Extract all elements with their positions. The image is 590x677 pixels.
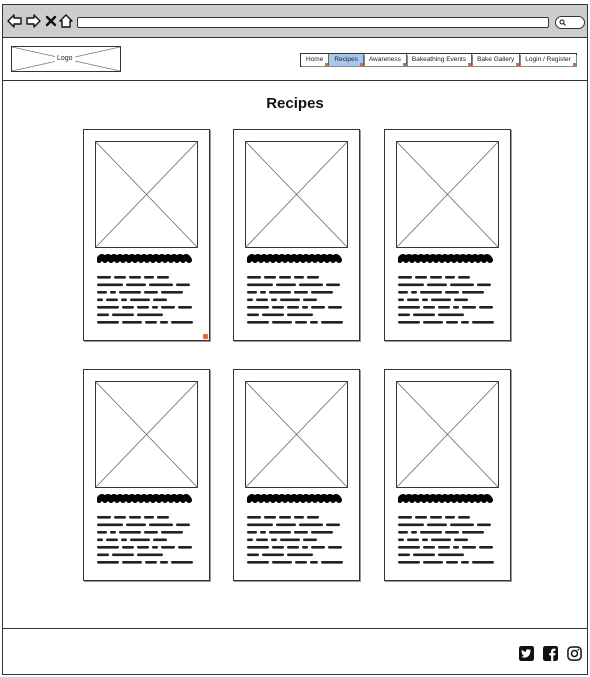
browser-window: Logo Home Recipes Awareness Bakeathing Even… bbox=[2, 4, 588, 675]
page-title: Recipes bbox=[266, 95, 324, 112]
annotation-marker bbox=[325, 63, 329, 66]
nav-item-bakeathing-events[interactable]: Bakeathing Events bbox=[407, 54, 473, 66]
annotation-marker bbox=[468, 63, 472, 66]
facebook-icon[interactable] bbox=[543, 646, 558, 661]
recipe-card-4[interactable] bbox=[83, 369, 210, 581]
recipe-description-scribble bbox=[97, 516, 193, 564]
recipe-description-scribble bbox=[247, 276, 343, 324]
nav-item-label: Bakeathing Events bbox=[411, 56, 467, 63]
recipe-image-placeholder bbox=[396, 381, 499, 488]
nav-item-label: Awareness bbox=[368, 56, 401, 63]
recipe-title-scribble bbox=[247, 254, 342, 263]
site-footer bbox=[3, 628, 587, 677]
annotation-marker bbox=[516, 63, 520, 66]
home-icon[interactable] bbox=[58, 13, 74, 29]
logo[interactable]: Logo bbox=[11, 46, 121, 72]
recipe-title-scribble bbox=[97, 494, 192, 503]
close-icon[interactable] bbox=[43, 13, 59, 29]
recipe-title-scribble bbox=[398, 494, 493, 503]
nav-item-label: Home bbox=[306, 56, 324, 63]
browser-search-field[interactable] bbox=[555, 16, 585, 29]
twitter-icon[interactable] bbox=[519, 646, 534, 661]
nav-item-login-register[interactable]: Login / Register bbox=[520, 54, 576, 66]
recipe-image-placeholder bbox=[396, 141, 499, 248]
recipe-card-2[interactable] bbox=[233, 129, 360, 341]
recipe-description-scribble bbox=[398, 276, 494, 324]
nav-item-home[interactable]: Home bbox=[301, 54, 330, 66]
search-icon bbox=[559, 19, 566, 26]
annotation-marker bbox=[402, 63, 406, 66]
recipe-title-scribble bbox=[247, 494, 342, 503]
recipe-image-placeholder bbox=[95, 381, 198, 488]
forward-arrow-icon[interactable] bbox=[25, 13, 41, 29]
instagram-icon[interactable] bbox=[567, 646, 582, 661]
back-arrow-icon[interactable] bbox=[7, 13, 23, 29]
site-header: Logo Home Recipes Awareness Bakeathing Even… bbox=[3, 38, 587, 81]
annotation-marker bbox=[359, 63, 363, 66]
annotation-marker bbox=[572, 63, 576, 66]
recipe-description-scribble bbox=[398, 516, 494, 564]
recipe-card-1[interactable] bbox=[83, 129, 210, 341]
recipe-image-placeholder bbox=[95, 141, 198, 248]
recipe-image-placeholder bbox=[245, 141, 348, 248]
nav-item-label: Recipes bbox=[334, 56, 358, 63]
logo-label: Logo bbox=[55, 54, 75, 63]
nav-item-awareness[interactable]: Awareness bbox=[364, 54, 407, 66]
recipe-description-scribble bbox=[247, 516, 343, 564]
nav-item-bake-gallery[interactable]: Bake Gallery bbox=[472, 54, 521, 66]
recipe-description-scribble bbox=[97, 276, 193, 324]
main-navigation: Home Recipes Awareness Bakeathing Events Bak… bbox=[300, 53, 577, 67]
recipe-card-5[interactable] bbox=[233, 369, 360, 581]
recipe-image-placeholder bbox=[245, 381, 348, 488]
recipe-title-scribble bbox=[97, 254, 192, 263]
recipe-card-6[interactable] bbox=[384, 369, 511, 581]
nav-item-recipes[interactable]: Recipes bbox=[329, 54, 364, 66]
recipe-title-scribble bbox=[398, 254, 493, 263]
annotation-marker bbox=[203, 334, 208, 339]
recipe-card-3[interactable] bbox=[384, 129, 511, 341]
nav-item-label: Bake Gallery bbox=[477, 56, 515, 63]
browser-toolbar bbox=[3, 5, 587, 38]
address-bar[interactable] bbox=[77, 17, 549, 28]
nav-item-label: Login / Register bbox=[525, 56, 571, 63]
